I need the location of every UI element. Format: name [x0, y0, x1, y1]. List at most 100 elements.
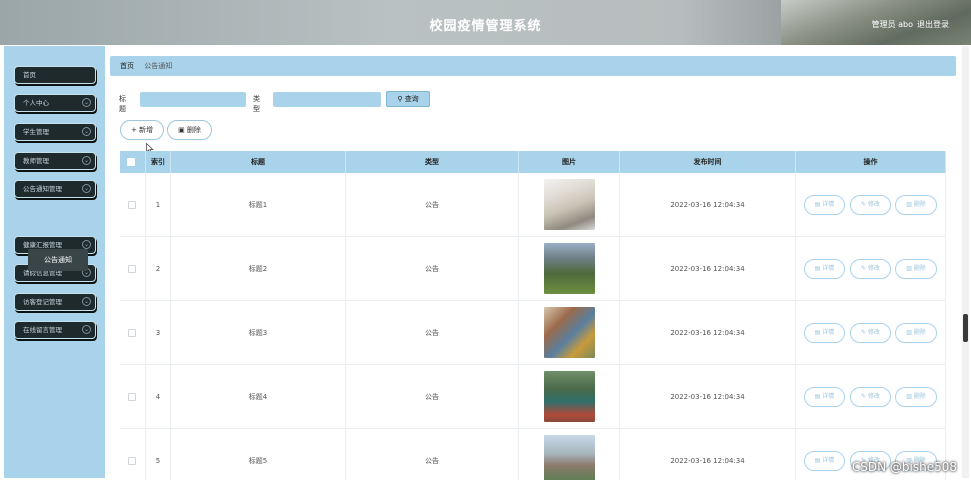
row-checkbox[interactable]: [128, 265, 136, 273]
column-header-index: 索引: [146, 151, 171, 173]
row-detail-label: 详情: [822, 393, 835, 400]
bulk-delete-button[interactable]: ▣ 删除: [167, 120, 212, 140]
sidebar-item-label: 公告通知管理: [23, 185, 62, 193]
row-edit-button[interactable]: ✎ 修改: [850, 323, 891, 343]
notice-thumbnail-image[interactable]: [544, 179, 595, 230]
pencil-icon: ✎: [861, 329, 868, 336]
chevron-down-icon: ⌄: [82, 156, 91, 165]
search-button-label: 查询: [404, 95, 419, 103]
row-delete-button[interactable]: ▥ 删除: [895, 195, 937, 215]
top-header: 校园疫情管理系统 管理员 abo 退出登录: [0, 0, 971, 45]
row-edit-button[interactable]: ✎ 修改: [850, 259, 891, 279]
sidebar-item-teachers[interactable]: 教师管理 ⌄: [14, 152, 96, 170]
trash-icon: ▥: [906, 265, 914, 272]
title-input[interactable]: [140, 92, 246, 107]
index-cell: 5: [146, 429, 171, 480]
type-label: 类型: [253, 95, 260, 113]
sidebar-item-notices[interactable]: 公告通知管理 ⌄: [14, 180, 96, 198]
row-edit-button[interactable]: ✎ 修改: [850, 387, 891, 407]
watermark: CSDN @bishe508: [851, 460, 957, 474]
add-button[interactable]: + 新增: [120, 120, 164, 140]
sidebar-item-label: 学生管理: [23, 128, 49, 136]
trash-icon: ▥: [906, 393, 914, 400]
row-select-cell: [120, 237, 146, 301]
sidebar-item-label: 首页: [23, 71, 36, 79]
index-cell: 4: [146, 365, 171, 429]
table-row[interactable]: 1 标题1 公告 2022-03-16 12:04:34 ▤ 详情 ✎ 修改 ▥ 删除: [120, 173, 946, 237]
select-all-checkbox[interactable]: [127, 158, 135, 166]
sidebar-item-visitors[interactable]: 访客登记管理 ⌄: [14, 293, 96, 311]
row-delete-button[interactable]: ▥ 删除: [895, 387, 937, 407]
sidebar-item-messages[interactable]: 在线留言管理 ⌄: [14, 321, 96, 339]
column-header-title: 标题: [171, 151, 346, 173]
column-header-image: 图片: [519, 151, 620, 173]
chevron-down-icon: ⌄: [82, 127, 91, 136]
logout-link[interactable]: 退出登录: [917, 19, 949, 30]
index-cell: 3: [146, 301, 171, 365]
notice-thumbnail-image[interactable]: [544, 435, 595, 480]
index-cell: 2: [146, 237, 171, 301]
index-cell: 1: [146, 173, 171, 237]
row-detail-label: 详情: [822, 329, 835, 336]
breadcrumb-home[interactable]: 首页: [120, 62, 134, 70]
publish-time-cell: 2022-03-16 12:04:34: [620, 173, 796, 237]
row-checkbox[interactable]: [128, 201, 136, 209]
row-detail-button[interactable]: ▤ 详情: [804, 323, 845, 343]
submenu-item-notice[interactable]: 公告通知: [28, 249, 88, 271]
row-select-cell: [120, 429, 146, 480]
notice-thumbnail-image[interactable]: [544, 307, 595, 358]
row-checkbox[interactable]: [128, 329, 136, 337]
pencil-icon: ✎: [861, 265, 868, 272]
column-header-type: 类型: [346, 151, 519, 173]
sidebar-item-label: 教师管理: [23, 157, 49, 165]
table-row[interactable]: 2 标题2 公告 2022-03-16 12:04:34 ▤ 详情 ✎ 修改 ▥ 删除: [120, 237, 946, 301]
row-select-cell: [120, 301, 146, 365]
current-user: 管理员 abo: [871, 20, 913, 29]
column-header-publish-time: 发布时间: [620, 151, 796, 173]
add-button-label: 新增: [139, 126, 154, 134]
sidebar-item-label: 访客登记管理: [23, 298, 62, 306]
row-detail-button[interactable]: ▤ 详情: [804, 195, 845, 215]
row-detail-button[interactable]: ▤ 详情: [804, 451, 845, 471]
row-delete-button[interactable]: ▥ 删除: [895, 259, 937, 279]
row-edit-button[interactable]: ✎ 修改: [850, 195, 891, 215]
row-delete-label: 删除: [913, 265, 926, 272]
sidebar-item-home[interactable]: 首页: [14, 66, 96, 84]
sidebar-item-students[interactable]: 学生管理 ⌄: [14, 123, 96, 141]
row-edit-label: 修改: [867, 393, 880, 400]
publish-time-cell: 2022-03-16 12:04:34: [620, 365, 796, 429]
title-cell: 标题4: [171, 365, 346, 429]
table-row[interactable]: 4 标题4 公告 2022-03-16 12:04:34 ▤ 详情 ✎ 修改 ▥ 删除: [120, 365, 946, 429]
row-select-cell: [120, 173, 146, 237]
row-delete-button[interactable]: ▥ 删除: [895, 323, 937, 343]
row-checkbox[interactable]: [128, 457, 136, 465]
publish-time-cell: 2022-03-16 12:04:34: [620, 429, 796, 480]
row-detail-button[interactable]: ▤ 详情: [804, 387, 845, 407]
row-delete-label: 删除: [913, 393, 926, 400]
notice-thumbnail-image[interactable]: [544, 243, 595, 294]
table-row[interactable]: 5 标题5 公告 2022-03-16 12:04:34 ▤ 详情 ✎ 修改 ▥ 删除: [120, 429, 946, 480]
notice-thumbnail-image[interactable]: [544, 371, 595, 422]
breadcrumb-current: 公告通知: [144, 62, 173, 70]
row-checkbox[interactable]: [128, 393, 136, 401]
title-cell: 标题3: [171, 301, 346, 365]
row-detail-label: 详情: [822, 265, 835, 272]
column-header-select-all[interactable]: [120, 151, 146, 173]
page-scrollbar[interactable]: [962, 46, 969, 478]
row-detail-button[interactable]: ▤ 详情: [804, 259, 845, 279]
image-cell: [519, 237, 620, 301]
pencil-icon: ✎: [861, 393, 868, 400]
row-delete-label: 删除: [913, 201, 926, 208]
scrollbar-thumb[interactable]: [963, 314, 968, 342]
table-row[interactable]: 3 标题3 公告 2022-03-16 12:04:34 ▤ 详情 ✎ 修改 ▥ 删除: [120, 301, 946, 365]
chevron-down-icon: ⌄: [82, 98, 91, 107]
sidebar-item-profile[interactable]: 个人中心 ⌄: [14, 94, 96, 112]
chevron-down-icon: ⌄: [82, 184, 91, 193]
row-edit-label: 修改: [867, 329, 880, 336]
trash-icon: ▥: [906, 329, 914, 336]
type-input[interactable]: [273, 92, 381, 107]
search-button[interactable]: ⚲ 查询: [386, 91, 430, 107]
publish-time-cell: 2022-03-16 12:04:34: [620, 301, 796, 365]
bulk-delete-label: 删除: [186, 126, 201, 134]
sidebar-item-label: 个人中心: [23, 99, 49, 107]
